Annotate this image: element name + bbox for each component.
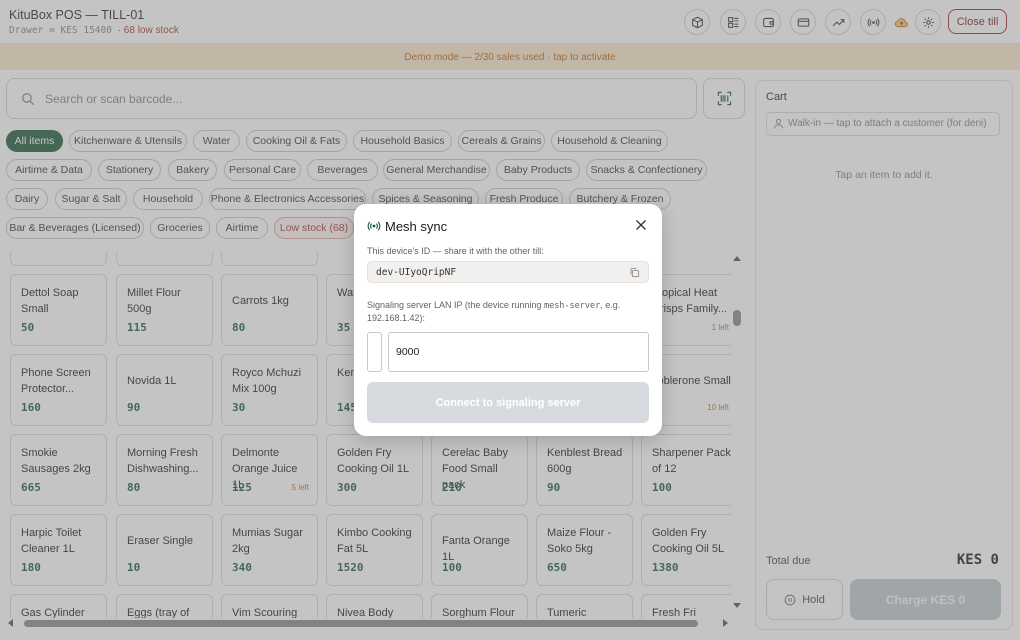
device-id-value: dev-UIyoQripNF	[376, 267, 457, 278]
mesh-sync-icon	[367, 221, 381, 231]
close-icon[interactable]	[635, 219, 647, 231]
server-ip-input[interactable]	[367, 332, 382, 372]
device-id-field: dev-UIyoQripNF	[367, 261, 649, 283]
dialog-title: Mesh sync	[385, 219, 448, 234]
device-id-label: This device's ID — share it with the oth…	[367, 246, 544, 256]
server-ip-label: Signaling server LAN IP (the device runn…	[367, 299, 647, 324]
mesh-sync-dialog: Mesh sync This device's ID — share it wi…	[354, 204, 662, 436]
server-port-input[interactable]: 9000	[388, 332, 649, 372]
copy-icon[interactable]	[629, 267, 640, 278]
server-label-code: mesh-server	[543, 301, 601, 311]
connect-signaling-button[interactable]: Connect to signaling server	[367, 382, 649, 423]
server-label-pre: Signaling server LAN IP (the device runn…	[367, 300, 542, 310]
port-value: 9000	[396, 346, 420, 358]
